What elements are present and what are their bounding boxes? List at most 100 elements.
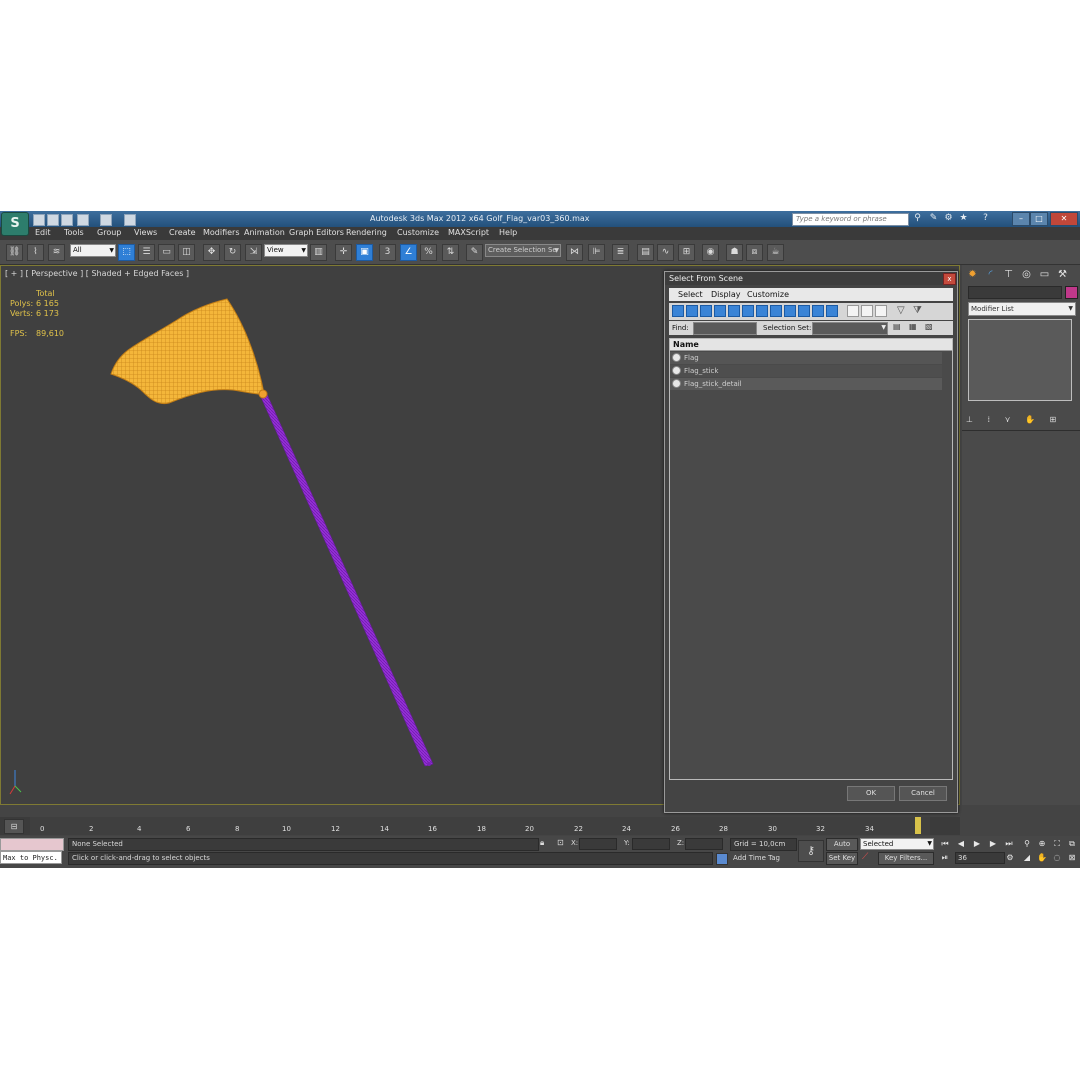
layer-manager-icon[interactable]: ≣ xyxy=(612,244,629,261)
create-tab-icon[interactable]: ✹ xyxy=(966,268,979,281)
search-input[interactable]: Type a keyword or phrase xyxy=(792,213,909,226)
tools-icon[interactable]: ✎ xyxy=(928,213,939,224)
help-button[interactable]: ? xyxy=(980,213,991,224)
app-logo-button[interactable]: S xyxy=(1,212,29,236)
display-cameras-icon[interactable] xyxy=(714,305,726,317)
mirror-icon[interactable]: ⋈ xyxy=(566,244,583,261)
menu-rendering[interactable]: Rendering xyxy=(346,228,387,237)
zoom-extents-all-icon[interactable]: ⧉ xyxy=(1067,839,1077,849)
zoom-icon[interactable]: ⚲ xyxy=(1022,839,1032,849)
pivot-center-icon[interactable]: ▥ xyxy=(310,244,327,261)
list-item[interactable]: Flag_stick_detail xyxy=(670,378,942,390)
display-bones-icon[interactable] xyxy=(784,305,796,317)
time-slider-handle[interactable] xyxy=(915,817,921,834)
edit-named-selection-icon[interactable]: ✎ xyxy=(466,244,483,261)
menu-group[interactable]: Group xyxy=(97,228,121,237)
maxscript-mini-input[interactable]: Max to Physc. xyxy=(0,851,62,864)
wrench-icon[interactable]: ⚙ xyxy=(943,213,954,224)
zoom-all-icon[interactable]: ⊕ xyxy=(1037,839,1047,849)
display-tab-icon[interactable]: ▭ xyxy=(1038,268,1051,281)
x-coordinate-field[interactable] xyxy=(579,838,617,850)
maxscript-listener-field[interactable] xyxy=(0,838,64,851)
pan-view-icon[interactable]: ✋ xyxy=(1037,853,1047,863)
display-lights-icon[interactable] xyxy=(700,305,712,317)
redo-icon[interactable] xyxy=(100,214,112,226)
named-selection-sets-dropdown[interactable]: Create Selection Se ▼ xyxy=(485,244,561,257)
project-folder-icon[interactable] xyxy=(124,214,136,226)
motion-tab-icon[interactable]: ◎ xyxy=(1020,268,1033,281)
render-production-icon[interactable]: ☕ xyxy=(767,244,784,261)
ok-button[interactable]: OK xyxy=(847,786,895,801)
display-containers-icon[interactable] xyxy=(798,305,810,317)
select-and-rotate-icon[interactable]: ↻ xyxy=(224,244,241,261)
open-file-icon[interactable] xyxy=(47,214,59,226)
binoculars-icon[interactable]: ⚲ xyxy=(912,213,923,224)
undo-icon[interactable] xyxy=(77,214,89,226)
selection-set-dropdown[interactable]: ▼ xyxy=(812,322,888,335)
modify-tab-icon[interactable]: ◜ xyxy=(984,268,997,281)
field-of-view-icon[interactable]: ◢ xyxy=(1022,853,1032,863)
y-coordinate-field[interactable] xyxy=(632,838,670,850)
add-time-tag-button[interactable]: Add Time Tag xyxy=(733,854,780,862)
cancel-button[interactable]: Cancel xyxy=(899,786,947,801)
menu-views[interactable]: Views xyxy=(134,228,157,237)
spinner-snap-icon[interactable]: ⇅ xyxy=(442,244,459,261)
modifier-list-dropdown[interactable]: Modifier List ▼ xyxy=(968,302,1076,316)
play-icon[interactable]: ▶ xyxy=(972,839,982,849)
display-groups-icon[interactable] xyxy=(756,305,768,317)
zoom-extents-icon[interactable]: ⛶ xyxy=(1052,839,1062,849)
curve-editor-icon[interactable]: ∿ xyxy=(657,244,674,261)
mini-curve-editor-icon[interactable]: ⊟ xyxy=(4,819,24,834)
display-space-warps-icon[interactable] xyxy=(742,305,754,317)
menu-help[interactable]: Help xyxy=(499,228,517,237)
stack-tools-icon[interactable]: ⊥ ⁞ ⋎ ✋ ⊞ xyxy=(966,415,1076,427)
select-by-name-icon[interactable]: ☰ xyxy=(138,244,155,261)
rendered-frame-window-icon[interactable]: ⧈ xyxy=(746,244,763,261)
current-frame-field[interactable]: 36 xyxy=(955,852,1005,864)
display-invert-icon[interactable] xyxy=(875,305,887,317)
list-item[interactable]: Flag_stick xyxy=(670,365,942,377)
display-helpers-icon[interactable] xyxy=(728,305,740,317)
schematic-view-icon[interactable]: ⊞ xyxy=(678,244,695,261)
snaps-toggle-icon[interactable]: 3 xyxy=(379,244,396,261)
window-crossing-icon[interactable]: ◫ xyxy=(178,244,195,261)
save-file-icon[interactable] xyxy=(61,214,73,226)
maximize-viewport-icon[interactable]: ⊠ xyxy=(1067,853,1077,863)
hierarchy-tab-icon[interactable]: ⊤ xyxy=(1002,268,1015,281)
modifier-stack[interactable] xyxy=(968,319,1072,401)
object-color-swatch[interactable] xyxy=(1065,286,1078,299)
align-icon[interactable]: ⊫ xyxy=(588,244,605,261)
selection-filter-dropdown[interactable]: All ▼ xyxy=(70,244,116,257)
time-tag-icon[interactable] xyxy=(716,853,728,865)
rectangular-selection-icon[interactable]: ▭ xyxy=(158,244,175,261)
new-file-icon[interactable] xyxy=(33,214,45,226)
time-slider-track[interactable]: ⊟ 0 2 4 6 8 10 12 14 16 18 20 22 24 26 2… xyxy=(0,817,960,835)
select-and-scale-icon[interactable]: ⇲ xyxy=(245,244,262,261)
delete-set-icon[interactable]: ▧ xyxy=(925,322,935,332)
dialog-menu-customize[interactable]: Customize xyxy=(747,290,789,299)
menu-edit[interactable]: Edit xyxy=(35,228,51,237)
menu-graph-editors[interactable]: Graph Editors xyxy=(289,228,344,237)
menu-tools[interactable]: Tools xyxy=(64,228,84,237)
save-set-icon[interactable]: ▤ xyxy=(893,322,903,332)
close-window-button[interactable]: ✕ xyxy=(1050,212,1078,226)
set-key-mode-key-icon[interactable]: ⚷ xyxy=(798,840,824,862)
manipulate-icon[interactable]: ✛ xyxy=(335,244,352,261)
go-to-end-icon[interactable]: ⏭ xyxy=(1004,839,1014,849)
menu-animation[interactable]: Animation xyxy=(244,228,285,237)
filter-icon[interactable]: ▽ xyxy=(897,305,909,317)
display-hidden-icon[interactable] xyxy=(826,305,838,317)
set-key-button[interactable]: Set Key xyxy=(826,852,858,865)
list-item[interactable]: Flag xyxy=(670,352,942,364)
display-xrefs-icon[interactable] xyxy=(770,305,782,317)
restore-button[interactable]: □ xyxy=(1030,212,1048,226)
list-header[interactable]: Name xyxy=(670,339,952,351)
object-name-field[interactable] xyxy=(968,286,1062,299)
scene-object-list[interactable]: Name Flag Flag_stick Flag_stick_detail xyxy=(669,338,953,780)
select-and-link-icon[interactable]: ⛓ xyxy=(6,244,23,261)
set-key-pencil-icon[interactable]: ⟋ xyxy=(862,852,874,863)
minimize-button[interactable]: – xyxy=(1012,212,1030,226)
display-all-icon[interactable] xyxy=(847,305,859,317)
select-and-move-icon[interactable]: ✥ xyxy=(203,244,220,261)
previous-frame-icon[interactable]: ◀ xyxy=(956,839,966,849)
